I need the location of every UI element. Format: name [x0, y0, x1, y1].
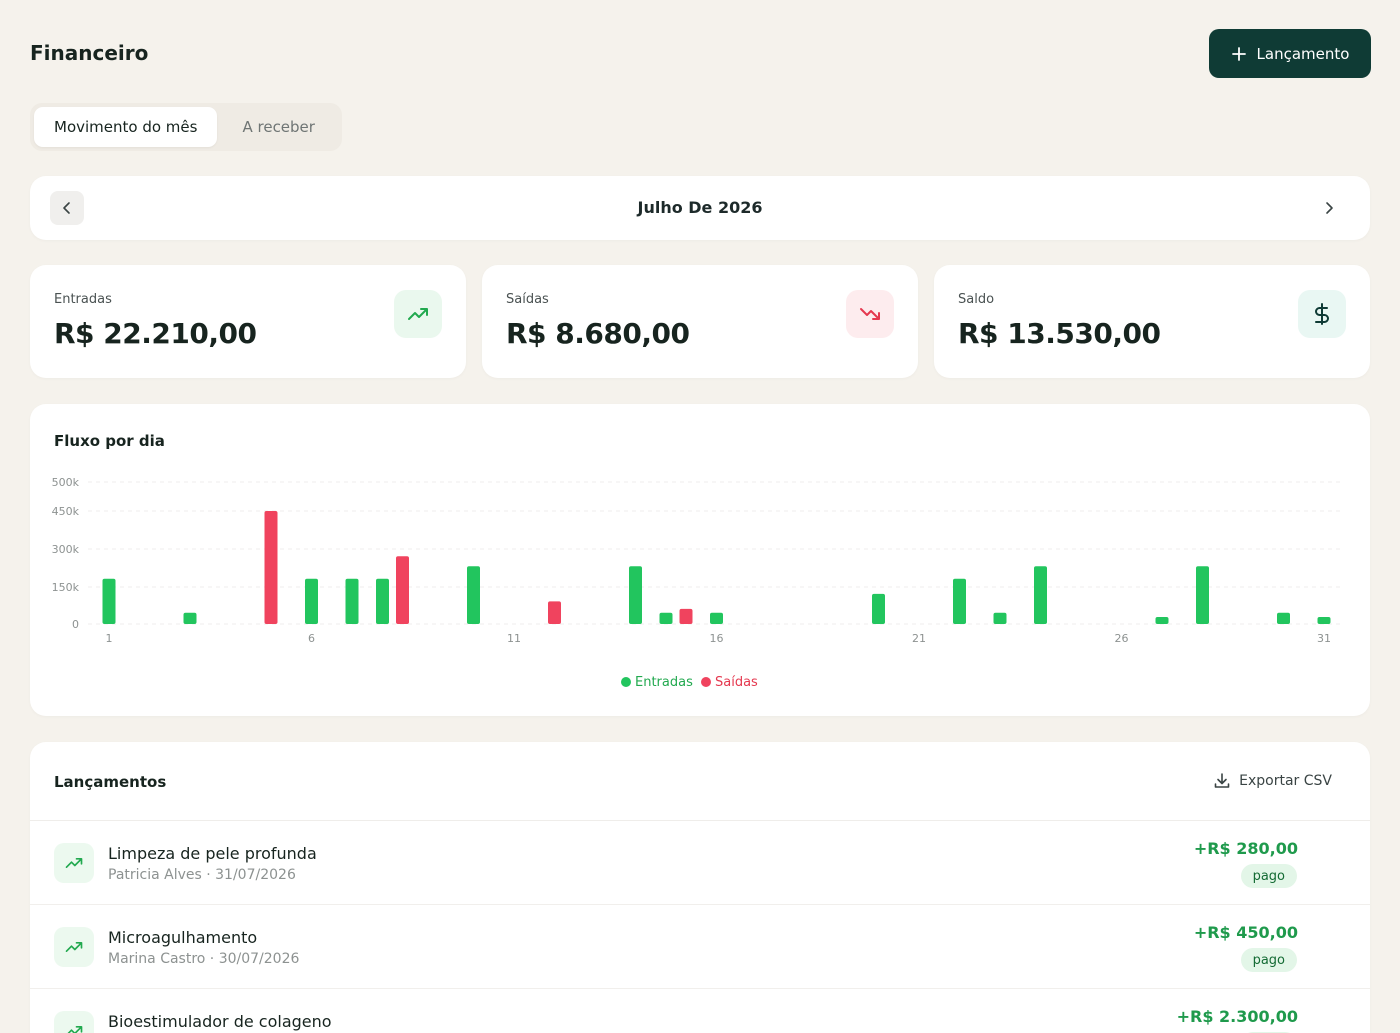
bar-entradas	[1034, 566, 1047, 624]
list-item[interactable]: Limpeza de pele profunda Patricia Alves …	[30, 821, 1370, 905]
stat-label: Entradas	[54, 292, 112, 307]
download-icon	[1214, 773, 1230, 788]
list-title: Lançamentos	[54, 773, 167, 791]
export-csv-button[interactable]: Exportar CSV	[1213, 772, 1332, 790]
y-tick-label: 0	[72, 618, 79, 631]
trending-up-icon	[65, 858, 83, 868]
bar-saidas	[264, 511, 278, 624]
bar-saidas	[396, 556, 409, 624]
plus-icon	[1231, 46, 1246, 61]
entry-icon-box	[54, 927, 94, 967]
trending-down-icon	[860, 308, 880, 320]
x-tick-label: 11	[507, 632, 521, 645]
entry-subtitle: Marina Castro · 30/07/2026	[108, 951, 300, 967]
stat-card-entradas: Entradas R$ 22.210,00	[30, 265, 466, 378]
bar-entradas	[183, 612, 197, 624]
y-tick-label: 150k	[52, 581, 80, 594]
entry-icon-box	[54, 1011, 94, 1033]
entry-amount: +R$ 280,00	[1193, 839, 1298, 858]
stat-icon-box	[394, 290, 442, 338]
status-badge: pago	[1240, 948, 1297, 972]
bar-entradas	[1155, 616, 1169, 624]
bar-entradas	[1196, 566, 1209, 624]
y-tick-label: 500k	[52, 476, 80, 489]
bar-entradas	[872, 593, 885, 624]
export-csv-label: Exportar CSV	[1239, 773, 1332, 789]
bar-entradas	[102, 578, 116, 624]
entry-amount: +R$ 450,00	[1193, 923, 1298, 942]
legend-dot-saidas	[701, 677, 711, 687]
next-month-button[interactable]	[1312, 191, 1346, 225]
trending-up-icon	[408, 308, 428, 320]
stat-value: R$ 22.210,00	[54, 317, 257, 350]
chevron-right-icon	[1326, 202, 1333, 214]
bar-entradas	[467, 566, 480, 624]
bar-entradas	[376, 578, 389, 624]
trending-up-icon	[67, 1026, 83, 1033]
new-entry-button[interactable]: Lançamento	[1209, 29, 1371, 78]
bar-entradas	[710, 612, 723, 624]
bar-entradas	[629, 566, 642, 624]
page-header: Financeiro Lançamento	[30, 29, 1371, 78]
x-tick-label: 26	[1115, 632, 1129, 645]
bar-saidas	[548, 601, 561, 624]
entry-icon-box	[54, 843, 94, 883]
stat-value: R$ 13.530,00	[958, 317, 1161, 350]
y-tick-label: 300k	[52, 543, 80, 556]
bar-entradas	[1317, 616, 1331, 624]
stat-card-saldo: Saldo R$ 13.530,00	[934, 265, 1370, 378]
legend-dot-entradas	[621, 677, 631, 687]
entries-list-card: Lançamentos Exportar CSV Limpeza de pele…	[30, 742, 1370, 1033]
entry-title: Microagulhamento	[108, 928, 258, 947]
month-label: Julho De 2026	[637, 198, 763, 217]
bar-entradas	[1277, 612, 1290, 624]
x-tick-label: 16	[710, 632, 724, 645]
bar-entradas	[659, 612, 673, 624]
x-tick-label: 1	[106, 632, 113, 645]
list-item[interactable]: Microagulhamento Marina Castro · 30/07/2…	[30, 905, 1370, 989]
new-entry-label: Lançamento	[1256, 44, 1350, 63]
daily-flow-chart-card: Fluxo por dia 500k 450k 300k 150k 0 1 6 11 16 21 2…	[30, 404, 1370, 716]
dollar-icon	[1315, 303, 1329, 325]
tab-a-receber[interactable]: A receber	[217, 107, 335, 147]
stat-label: Saídas	[506, 292, 549, 307]
bar-entradas	[345, 578, 359, 624]
stat-value: R$ 8.680,00	[506, 317, 690, 350]
page-title: Financeiro	[30, 41, 149, 65]
x-tick-label: 6	[308, 632, 315, 645]
bar-entradas	[953, 578, 966, 624]
x-tick-label: 31	[1317, 632, 1331, 645]
stat-icon-box	[1298, 290, 1346, 338]
bar-entradas	[305, 578, 318, 624]
legend-label-saidas: Saídas	[715, 675, 758, 690]
stat-icon-box	[846, 290, 894, 338]
view-tabs: Movimento do mês A receber	[30, 103, 342, 151]
entry-title: Limpeza de pele profunda	[108, 844, 317, 863]
legend-label-entradas: Entradas	[635, 675, 693, 690]
tab-movimento[interactable]: Movimento do mês	[34, 107, 218, 147]
y-tick-label: 450k	[52, 505, 80, 518]
x-tick-label: 21	[912, 632, 926, 645]
status-badge: pago	[1240, 864, 1297, 888]
entry-amount: +R$ 2.300,00	[1176, 1007, 1298, 1026]
stat-label: Saldo	[958, 292, 995, 307]
stat-card-saidas: Saídas R$ 8.680,00	[482, 265, 918, 378]
daily-flow-chart: 500k450k300k150k01 6 11 16 21 26 31Entradas Saí…	[52, 476, 1342, 690]
list-item[interactable]: Bioestimulador de colageno +R$ 2.300,00 …	[30, 989, 1370, 1033]
bar-saidas	[679, 608, 693, 624]
month-selector: Julho De 2026	[30, 176, 1370, 240]
entry-subtitle: Patricia Alves · 31/07/2026	[108, 867, 296, 883]
entry-title: Bioestimulador de colageno	[108, 1012, 332, 1031]
bar-entradas	[993, 612, 1007, 624]
trending-up-icon	[65, 942, 83, 952]
